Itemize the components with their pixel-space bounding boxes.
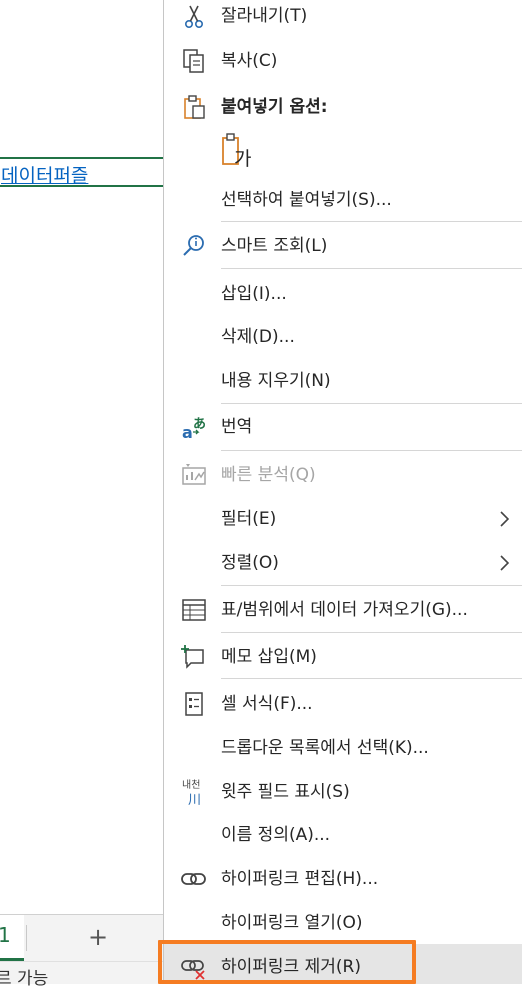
- translate-icon: a あ: [182, 417, 206, 441]
- format-cells-icon: [185, 692, 203, 716]
- menu-item-label: 정렬(O): [221, 553, 279, 573]
- menu-item-pick-from-dropdown[interactable]: 드롭다운 목록에서 선택(K)...: [164, 728, 522, 768]
- menu-item-sort[interactable]: 정렬(O): [164, 543, 522, 583]
- chevron-right-icon: [500, 555, 510, 571]
- menu-item-clear-contents[interactable]: 내용 지우기(N): [164, 361, 522, 401]
- menu-item-label: 내용 지우기(N): [221, 371, 331, 391]
- status-bar: 르 가능: [0, 961, 163, 989]
- menu-item-label: 잘라내기(T): [221, 6, 308, 26]
- paste-glyph: 가: [234, 148, 252, 170]
- menu-item-label: 필터(E): [221, 509, 277, 529]
- menu-item-smart-lookup[interactable]: 스마트 조회(L): [164, 226, 522, 266]
- paste-icon: [184, 95, 205, 119]
- menu-item-define-name[interactable]: 이름 정의(A)...: [164, 815, 522, 855]
- menu-header-label: 붙여넣기 옵션:: [221, 97, 328, 117]
- svg-text:あ: あ: [193, 417, 206, 432]
- menu-item-label: 빠른 분석(Q): [221, 465, 316, 485]
- menu-item-label: 이름 정의(A)...: [221, 825, 331, 845]
- menu-separator: [221, 632, 522, 633]
- menu-separator: [221, 403, 522, 404]
- menu-item-quick-analysis: 빠른 분석(Q): [164, 455, 522, 495]
- menu-item-label: 복사(C): [221, 51, 278, 71]
- menu-item-label: 표/범위에서 데이터 가져오기(G)...: [221, 600, 468, 620]
- menu-item-cut[interactable]: 잘라내기(T): [164, 0, 522, 36]
- menu-item-paste-special[interactable]: 선택하여 붙여넣기(S)...: [164, 180, 522, 220]
- menu-separator: [221, 678, 522, 679]
- paste-values-button[interactable]: 가: [221, 132, 255, 170]
- menu-item-label: 하이퍼링크 편집(H)...: [221, 869, 379, 889]
- note-icon: [181, 645, 204, 669]
- menu-item-label: 윗주 필드 표시(S): [221, 782, 350, 802]
- menu-item-label: 스마트 조회(L): [221, 236, 328, 256]
- menu-item-filter[interactable]: 필터(E): [164, 499, 522, 539]
- quick-analysis-icon: [182, 464, 206, 485]
- menu-item-get-data[interactable]: 표/범위에서 데이터 가져오기(G)...: [164, 590, 522, 630]
- tab-divider: [26, 925, 27, 951]
- scissors-icon: [185, 5, 204, 28]
- copy-icon: [183, 49, 204, 73]
- menu-item-format-cells[interactable]: 셀 서식(F)...: [164, 684, 522, 724]
- phonetic-icon: 내천 川: [180, 778, 208, 808]
- context-menu: 잘라내기(T) 복사(C) 붙여넣기 옵션: 가 선택하여 붙여넣기(S)...: [163, 0, 522, 984]
- menu-item-label: 번역: [221, 417, 253, 437]
- menu-separator: [221, 221, 522, 222]
- menu-item-insert-note[interactable]: 메모 삽입(M): [164, 637, 522, 677]
- menu-item-open-hyperlink[interactable]: 하이퍼링크 열기(O): [164, 903, 522, 943]
- menu-item-edit-hyperlink[interactable]: 하이퍼링크 편집(H)...: [164, 859, 522, 899]
- search-icon: [183, 235, 204, 256]
- menu-item-label: 하이퍼링크 열기(O): [221, 913, 363, 933]
- status-text: 르 가능: [0, 969, 49, 989]
- menu-item-label: 메모 삽입(M): [221, 647, 317, 667]
- menu-item-label: 삭제(D)...: [221, 327, 295, 347]
- menu-separator: [221, 268, 522, 269]
- highlight-box: [158, 940, 416, 984]
- menu-item-label: 셀 서식(F)...: [221, 694, 313, 714]
- menu-item-delete[interactable]: 삭제(D)...: [164, 317, 522, 357]
- spreadsheet-area: 데이터퍼즐 1 + 르 가능: [0, 0, 163, 989]
- chevron-right-icon: [500, 511, 510, 527]
- link-icon: [181, 873, 206, 885]
- hyperlink-text[interactable]: 데이터퍼즐: [1, 161, 88, 188]
- menu-item-label: 드롭다운 목록에서 선택(K)...: [221, 738, 429, 758]
- sheet-tab-active[interactable]: 1: [0, 915, 24, 961]
- menu-item-phonetic[interactable]: 내천 川 윗주 필드 표시(S): [164, 772, 522, 812]
- menu-item-label: 선택하여 붙여넣기(S)...: [221, 190, 392, 210]
- phonetic-glyph-bottom: 川: [188, 793, 202, 808]
- menu-item-label: 삽입(I)...: [221, 284, 287, 304]
- menu-item-translate[interactable]: a あ 번역: [164, 407, 522, 447]
- svg-text:a: a: [182, 423, 193, 441]
- hyperlink-cell[interactable]: 데이터퍼즐: [0, 157, 163, 187]
- menu-separator: [221, 450, 522, 451]
- sheet-tab-bar: 1 +: [0, 914, 163, 961]
- add-sheet-button[interactable]: +: [84, 921, 112, 953]
- menu-header-paste-options: 붙여넣기 옵션:: [164, 87, 522, 127]
- menu-separator: [221, 585, 522, 586]
- menu-item-copy[interactable]: 복사(C): [164, 41, 522, 81]
- table-icon: [182, 599, 206, 621]
- menu-item-insert[interactable]: 삽입(I)...: [164, 274, 522, 314]
